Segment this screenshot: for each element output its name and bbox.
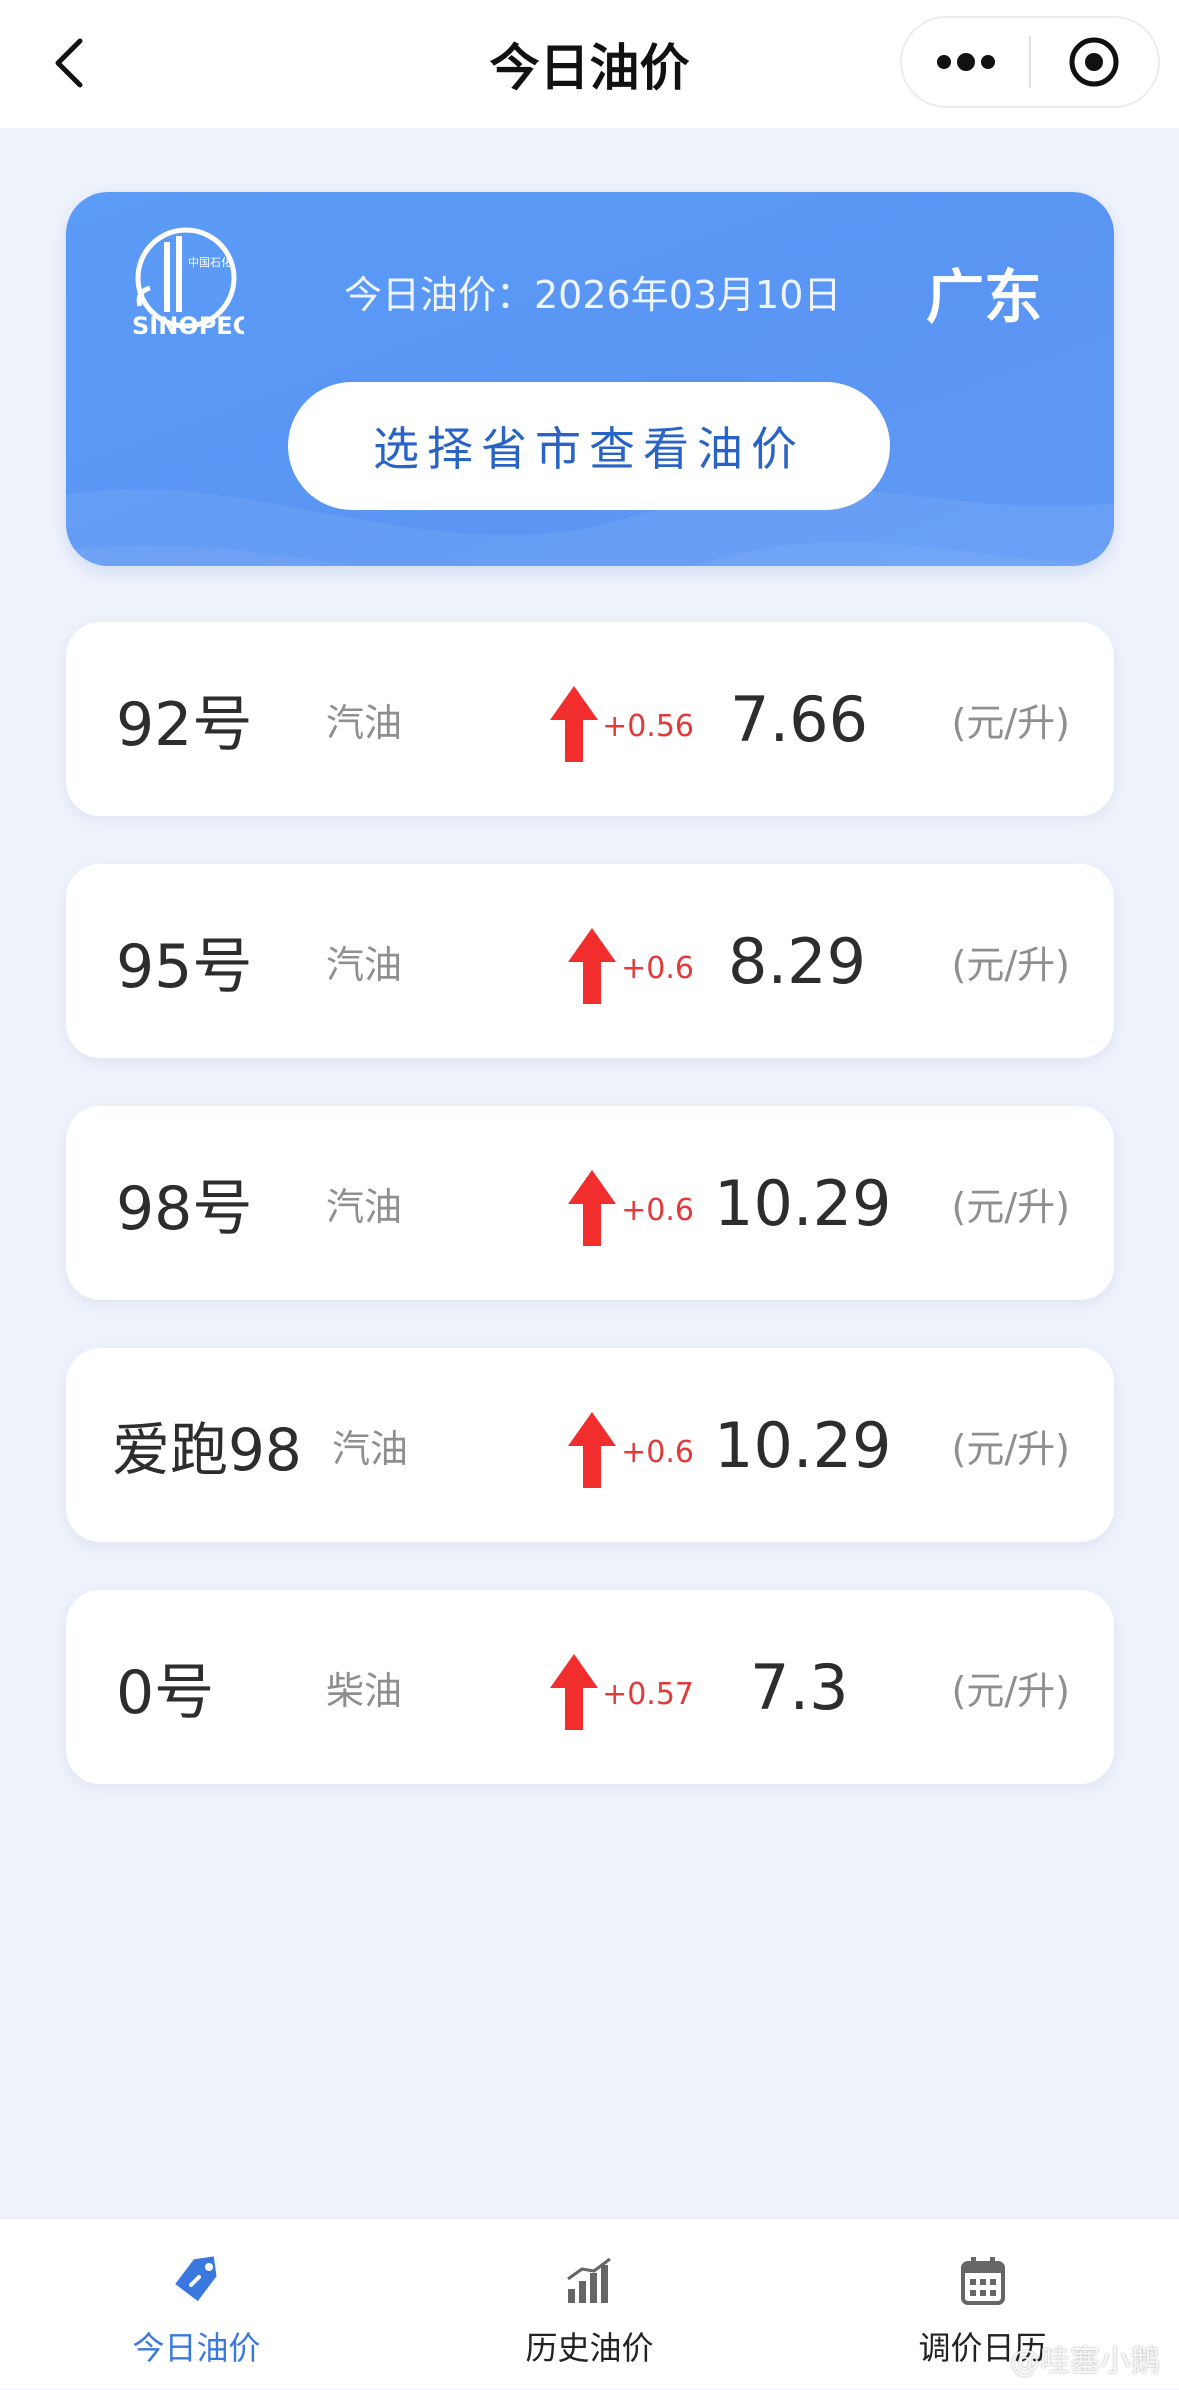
fuel-type: 柴油 bbox=[326, 1668, 403, 1713]
up-arrow-icon bbox=[568, 928, 616, 1004]
up-arrow-icon bbox=[550, 1654, 598, 1730]
fuel-grade: 95号 bbox=[116, 931, 253, 1002]
fuel-type: 汽油 bbox=[326, 1184, 403, 1229]
price-card: 95号 汽油 +0.6 8.29 (元/升) bbox=[66, 864, 1114, 1058]
fuel-type: 汽油 bbox=[326, 942, 403, 987]
price-change: +0.6 bbox=[621, 1434, 694, 1470]
price-change: +0.6 bbox=[621, 1192, 694, 1228]
price-card: 爱跑98 汽油 +0.6 10.29 (元/升) bbox=[66, 1348, 1114, 1542]
up-arrow-icon bbox=[568, 1412, 616, 1488]
today-date-label: 今日油价：2026年03月10日 bbox=[344, 273, 842, 317]
fuel-type: 汽油 bbox=[326, 700, 403, 745]
fuel-grade: 98号 bbox=[116, 1173, 253, 1244]
price-unit: (元/升) bbox=[951, 1184, 1070, 1229]
target-circle-icon bbox=[1069, 37, 1119, 87]
price-unit: (元/升) bbox=[951, 942, 1070, 987]
price-unit: (元/升) bbox=[951, 700, 1070, 745]
tab-today-price[interactable]: 今日油价 bbox=[0, 2219, 393, 2390]
price-change: +0.56 bbox=[602, 708, 694, 744]
province-label[interactable]: 广东 bbox=[926, 250, 1042, 334]
price-unit: (元/升) bbox=[951, 1426, 1070, 1471]
price-card: 98号 汽油 +0.6 10.29 (元/升) bbox=[66, 1106, 1114, 1300]
region-banner: 中国石化 SINOPEC 今日油价：2026年03月10日 广东 选择省市查看油… bbox=[66, 192, 1114, 566]
watermark: @哇塞小鹅 bbox=[1010, 2344, 1160, 2379]
price-card: 92号 汽油 +0.56 7.66 (元/升) bbox=[66, 622, 1114, 816]
fuel-grade: 0号 bbox=[116, 1657, 215, 1728]
fuel-grade: 92号 bbox=[116, 689, 253, 760]
fuel-grade: 爱跑98 bbox=[112, 1416, 302, 1484]
calendar-icon bbox=[960, 2257, 1005, 2305]
mini-program-capsule bbox=[900, 16, 1160, 108]
close-miniprogram-button[interactable] bbox=[1031, 18, 1158, 106]
tab-label: 今日油价 bbox=[132, 2329, 261, 2367]
chevron-left-icon bbox=[55, 38, 83, 88]
logo-text: SINOPEC bbox=[132, 312, 244, 340]
price-change: +0.57 bbox=[602, 1676, 694, 1712]
up-arrow-icon bbox=[568, 1170, 616, 1246]
back-button[interactable] bbox=[40, 28, 100, 98]
up-arrow-icon bbox=[550, 686, 598, 762]
price-change: +0.6 bbox=[621, 950, 694, 986]
tab-label: 历史油价 bbox=[525, 2329, 654, 2367]
price-card: 0号 柴油 +0.57 7.3 (元/升) bbox=[66, 1590, 1114, 1784]
select-region-button[interactable]: 选择省市查看油价 bbox=[288, 382, 890, 510]
bottom-tab-bar: 今日油价 历史油价 调价日历 bbox=[0, 2218, 1179, 2389]
price-unit: (元/升) bbox=[951, 1668, 1070, 1713]
nav-header: 今日油价 bbox=[0, 0, 1179, 128]
more-dots-icon bbox=[936, 53, 995, 71]
tab-history-price[interactable]: 历史油价 bbox=[393, 2219, 786, 2390]
svg-text:中国石化: 中国石化 bbox=[188, 255, 232, 269]
bar-chart-icon bbox=[566, 2257, 611, 2303]
price-tag-icon bbox=[174, 2256, 217, 2302]
fuel-type: 汽油 bbox=[332, 1426, 409, 1471]
more-button[interactable] bbox=[902, 18, 1029, 106]
sinopec-logo-icon: 中国石化 SINOPEC bbox=[132, 227, 244, 340]
